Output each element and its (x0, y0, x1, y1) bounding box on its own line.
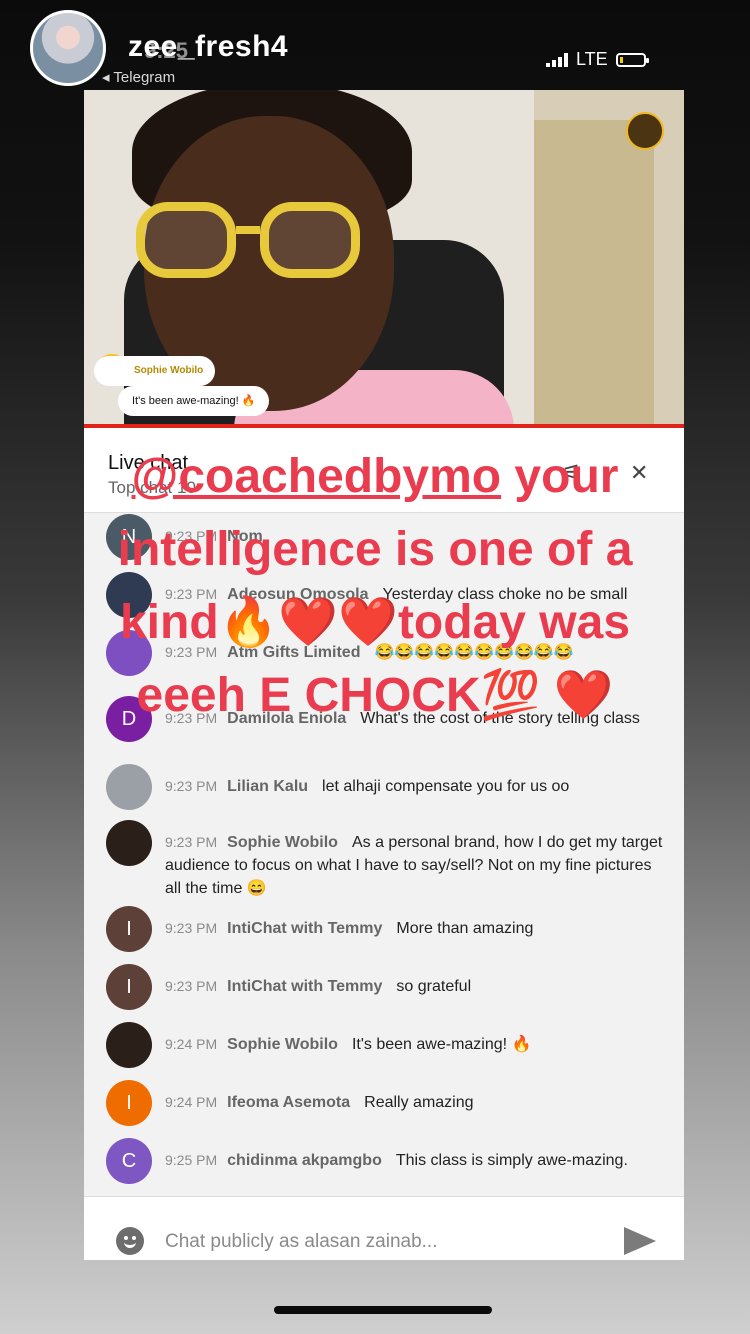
sticker-line-2: intelligence is one of a (117, 523, 633, 576)
message-time: 9:23 PM (165, 920, 218, 936)
yellow-glasses (136, 202, 376, 286)
message-author[interactable]: chidinma akpamgbo (227, 1152, 382, 1169)
message-body: 9:25 PM chidinma akpamgbo This class is si… (165, 1149, 665, 1172)
author-avatar[interactable]: I (106, 964, 152, 1010)
video-player[interactable]: Sophie Wobilo It's been awe-mazing! 🔥 (84, 90, 684, 428)
signal-icon (546, 52, 568, 67)
overlay-message: It's been awe-mazing! 🔥 (118, 386, 270, 416)
story-text-sticker: @coachedbymo your intelligence is one of… (0, 440, 750, 730)
sticker-line-3: kind🔥❤️❤️today was (119, 596, 631, 649)
sticker-line-1: @coachedbymo your (0, 440, 750, 513)
message-text: It's been awe-mazing! 🔥 (351, 1036, 532, 1053)
send-icon[interactable] (624, 1227, 656, 1255)
author-avatar[interactable] (106, 1022, 152, 1068)
message-time: 9:24 PM (165, 1036, 218, 1052)
author-avatar[interactable] (106, 764, 152, 810)
message-time: 9:24 PM (165, 1094, 218, 1110)
message-text: let alhaji compensate you for us oo (322, 778, 570, 795)
sticker-line-4: eeeh E CHOCK💯 ❤️ (136, 669, 614, 722)
author-avatar[interactable]: C (106, 1138, 152, 1184)
chat-input-bar: Chat publicly as alasan zainab... (84, 1196, 684, 1260)
message-body: 9:24 PM Sophie Wobilo It's been awe-mazing… (165, 1033, 665, 1056)
message-author[interactable]: Sophie Wobilo (227, 1036, 338, 1053)
message-text: This class is simply awe-mazing. (395, 1152, 628, 1169)
message-author[interactable]: Sophie Wobilo (227, 834, 338, 851)
story-avatar[interactable] (30, 10, 106, 86)
home-indicator[interactable] (274, 1306, 492, 1314)
message-body: 9:23 PM Sophie Wobilo As a personal brand,… (165, 831, 665, 900)
message-time: 9:23 PM (165, 834, 218, 850)
back-to-telegram-link[interactable]: ◂ Telegram (102, 68, 175, 86)
emoji-icon[interactable] (116, 1227, 144, 1255)
brand-logo-icon (626, 112, 664, 150)
network-label: LTE (576, 49, 608, 69)
story-header: 9:25 zee_fresh4 ◂ Telegram LTE (0, 0, 750, 96)
author-avatar[interactable]: I (106, 1080, 152, 1126)
sticker-mention[interactable]: @coachedbymo (132, 450, 502, 503)
message-time: 9:23 PM (165, 778, 218, 794)
message-time: 9:25 PM (165, 1152, 218, 1168)
message-body: 9:23 PM IntiChat with Temmy so grateful (165, 975, 665, 998)
message-body: 9:24 PM Ifeoma Asemota Really amazing (165, 1091, 665, 1114)
message-text: Really amazing (364, 1094, 474, 1111)
message-author[interactable]: Ifeoma Asemota (227, 1094, 350, 1111)
author-avatar[interactable]: I (106, 906, 152, 952)
message-text: so grateful (396, 978, 472, 995)
chat-input[interactable]: Chat publicly as alasan zainab... (165, 1231, 438, 1253)
status-indicators: LTE (546, 49, 649, 70)
message-text: More than amazing (396, 920, 534, 937)
message-body: 9:23 PM IntiChat with Temmy More than amaz… (165, 917, 665, 940)
message-author[interactable]: IntiChat with Temmy (227, 978, 382, 995)
battery-icon (615, 52, 649, 67)
message-time: 9:23 PM (165, 978, 218, 994)
message-body: 9:23 PM Lilian Kalu let alhaji compensate … (165, 775, 665, 798)
author-avatar[interactable] (106, 820, 152, 866)
sticker-line-1-rest: your (501, 450, 619, 503)
overlay-author-name: Sophie Wobilo (94, 356, 216, 386)
message-author[interactable]: Lilian Kalu (227, 778, 308, 795)
story-username[interactable]: zee_fresh4 (128, 30, 288, 64)
message-author[interactable]: IntiChat with Temmy (227, 920, 382, 937)
door-background (534, 120, 654, 428)
